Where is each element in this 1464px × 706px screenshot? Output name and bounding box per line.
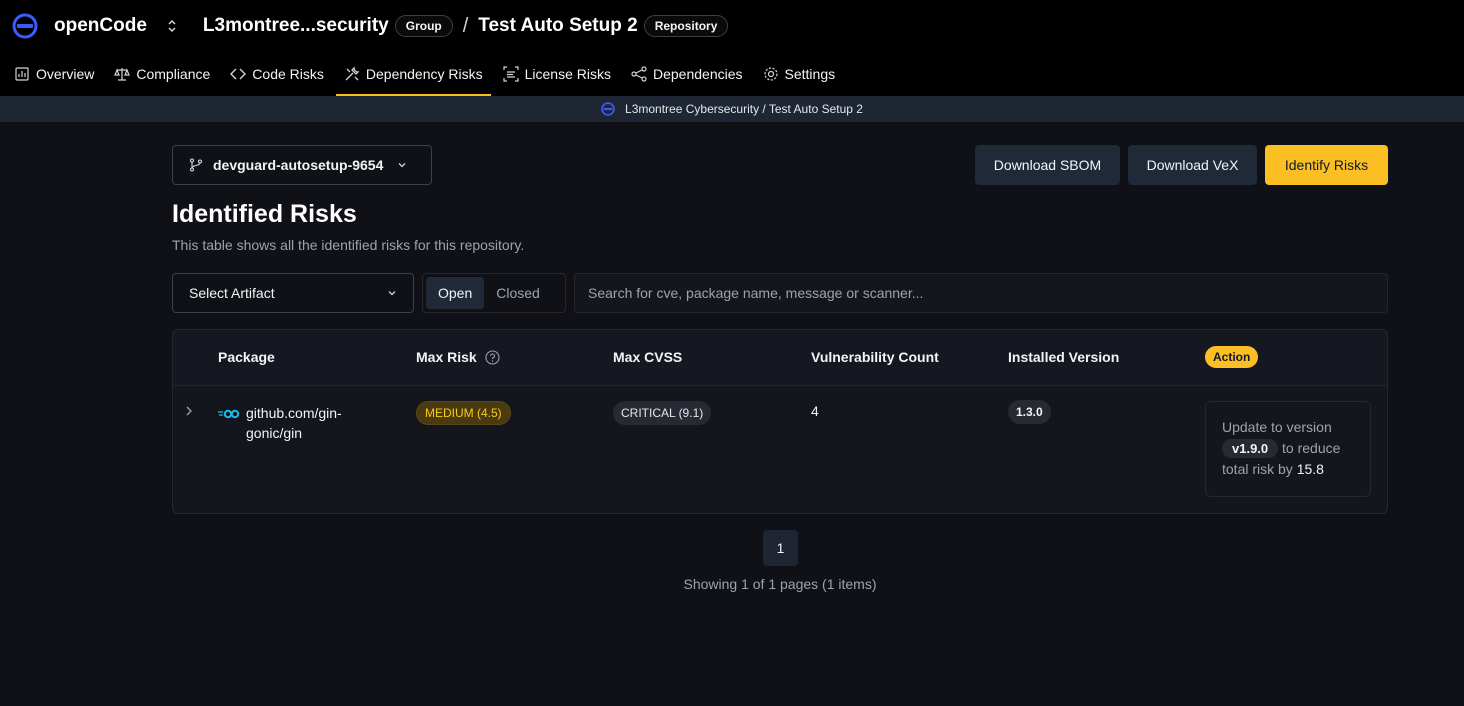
search-placeholder: Search for cve, package name, message or… (588, 285, 924, 301)
context-breadcrumb-bar: L3montree Cybersecurity / Test Auto Setu… (0, 96, 1464, 122)
tab-license-risks[interactable]: License Risks (495, 54, 619, 96)
column-header-action: Action (1205, 346, 1259, 368)
branch-select-label: devguard-autosetup-9654 (213, 157, 384, 173)
tab-compliance[interactable]: Compliance (106, 54, 218, 96)
action-recommendation: Update to version v1.9.0 to reduce total… (1205, 401, 1371, 497)
tab-label: Dependencies (653, 66, 743, 82)
chevron-down-icon (387, 285, 397, 301)
pagination-summary: Showing 1 of 1 pages (1 items) (683, 576, 877, 592)
opencode-logo-icon (601, 102, 615, 116)
top-header: openCode L3montree...security Group / Te… (0, 0, 1464, 96)
identify-risks-button[interactable]: Identify Risks (1265, 145, 1388, 185)
artifact-select-label: Select Artifact (189, 285, 275, 301)
tab-code-risks[interactable]: Code Risks (222, 54, 332, 96)
repo-type-badge: Repository (643, 15, 729, 37)
org-type-badge: Group (394, 15, 453, 37)
table-header: Package Max Risk Max CVSS Vulnerability … (173, 330, 1387, 386)
chart-icon (14, 66, 30, 82)
tab-overview[interactable]: Overview (6, 54, 102, 96)
page-button-1[interactable]: 1 (763, 530, 798, 566)
go-language-icon (218, 407, 240, 421)
chevron-down-icon (397, 160, 407, 170)
opencode-logo-icon[interactable] (12, 13, 38, 39)
risk-reduction-value: 15.8 (1296, 461, 1324, 477)
search-input[interactable]: Search for cve, package name, message or… (574, 273, 1388, 313)
org-switcher-icon[interactable] (167, 19, 177, 33)
action-text-prefix: Update to version (1222, 419, 1332, 435)
text-scan-icon (503, 66, 519, 82)
tab-label: Overview (36, 66, 95, 82)
column-header-package[interactable]: Package (218, 349, 275, 365)
tab-dependency-risks[interactable]: Dependency Risks (335, 54, 491, 96)
tab-label: License Risks (524, 66, 611, 82)
tab-label: Dependency Risks (365, 66, 483, 82)
context-breadcrumb-text: L3montree Cybersecurity / Test Auto Setu… (625, 102, 863, 116)
target-version-badge: v1.9.0 (1222, 439, 1279, 458)
tab-label: Compliance (136, 66, 211, 82)
brand-row: openCode L3montree...security Group / Te… (12, 12, 729, 40)
download-sbom-button[interactable]: Download SBOM (975, 145, 1120, 185)
package-cell: github.com/gin-gonic/gin (218, 403, 386, 443)
column-header-max-cvss[interactable]: Max CVSS (613, 349, 682, 365)
tools-icon (344, 66, 360, 82)
max-risk-badge: MEDIUM (4.5) (416, 401, 511, 425)
column-header-max-risk[interactable]: Max Risk (416, 349, 500, 365)
gear-icon (763, 66, 779, 82)
state-open-button[interactable]: Open (426, 277, 485, 309)
chevron-right-icon[interactable] (183, 405, 195, 417)
breadcrumb-separator: / (462, 14, 469, 37)
installed-version-badge: 1.3.0 (1008, 400, 1051, 424)
code-icon (230, 66, 247, 82)
artifact-select[interactable]: Select Artifact (172, 273, 414, 313)
tab-label: Code Risks (252, 66, 324, 82)
risks-table: Package Max Risk Max CVSS Vulnerability … (172, 329, 1388, 514)
scale-icon (114, 66, 131, 82)
branch-select[interactable]: devguard-autosetup-9654 (172, 145, 432, 185)
repo-name-link[interactable]: Test Auto Setup 2 (478, 15, 637, 37)
download-vex-button[interactable]: Download VeX (1128, 145, 1257, 185)
share-icon (631, 66, 647, 82)
max-cvss-badge: CRITICAL (9.1) (613, 401, 712, 425)
page-title: Identified Risks (172, 200, 357, 228)
git-branch-icon (189, 158, 203, 172)
package-name: github.com/gin-gonic/gin (246, 405, 342, 441)
state-closed-button[interactable]: Closed (484, 277, 552, 309)
brand-name[interactable]: openCode (54, 15, 147, 37)
state-toggle: Open Closed (422, 273, 566, 313)
tab-label: Settings (784, 66, 836, 82)
help-circle-icon[interactable] (485, 349, 500, 365)
tab-dependencies[interactable]: Dependencies (623, 54, 751, 96)
page-subtitle: This table shows all the identified risk… (172, 237, 525, 253)
org-name-link[interactable]: L3montree...security (203, 15, 389, 37)
column-header-installed-version[interactable]: Installed Version (1008, 349, 1119, 365)
column-header-vuln-count[interactable]: Vulnerability Count (811, 349, 939, 365)
vulnerability-count: 4 (811, 403, 819, 419)
repo-tabs: Overview Compliance Code Risks Dependenc… (0, 54, 843, 96)
tab-settings[interactable]: Settings (755, 54, 844, 96)
